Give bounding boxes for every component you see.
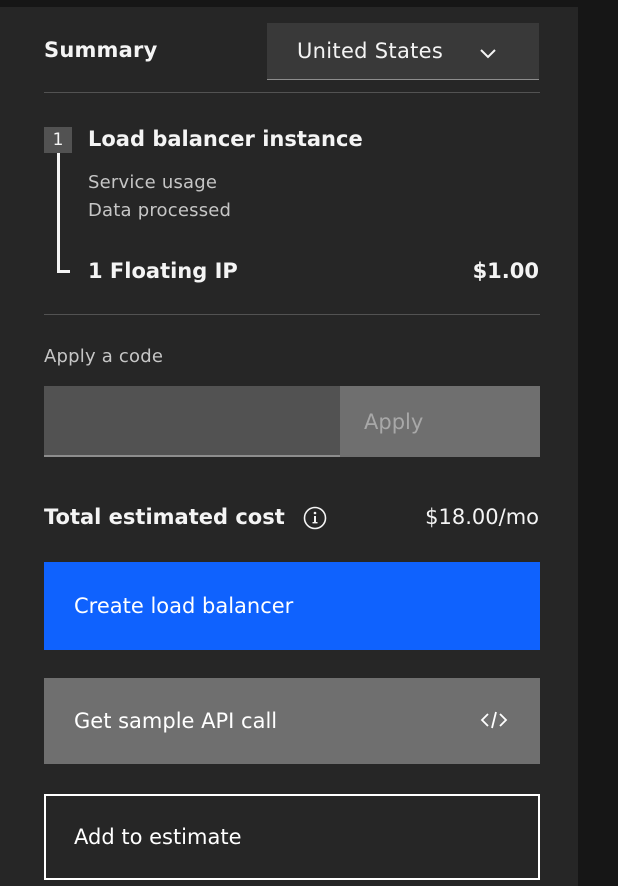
step-connector-line (57, 153, 60, 273)
apply-code-button[interactable]: Apply (340, 386, 540, 457)
total-cost-value: $18.00/mo (425, 505, 539, 529)
step-number-badge: 1 (44, 127, 72, 153)
promo-code-label: Apply a code (44, 346, 164, 367)
line-item-detail-data-processed: Data processed (88, 200, 232, 221)
divider-middle (44, 314, 540, 315)
promo-code-input[interactable] (44, 386, 340, 457)
create-load-balancer-button[interactable]: Create load balancer (44, 562, 540, 650)
floating-ip-label: 1 Floating IP (88, 259, 238, 283)
region-select[interactable]: United States (267, 23, 539, 80)
get-sample-api-call-button[interactable]: Get sample API call (44, 678, 540, 764)
add-to-estimate-label: Add to estimate (74, 825, 242, 849)
summary-title: Summary (44, 38, 158, 62)
region-select-value: United States (297, 39, 444, 63)
step-connector-foot (57, 270, 70, 273)
total-cost-label: Total estimated cost (44, 505, 285, 529)
line-item-title: Load balancer instance (88, 127, 363, 151)
code-icon (480, 710, 508, 735)
info-icon[interactable] (303, 506, 327, 534)
create-load-balancer-label: Create load balancer (74, 594, 294, 618)
divider-top (44, 92, 540, 93)
add-to-estimate-button[interactable]: Add to estimate (44, 794, 540, 880)
line-item-detail-service-usage: Service usage (88, 172, 218, 193)
floating-ip-price: $1.00 (472, 259, 539, 283)
get-sample-api-call-label: Get sample API call (74, 709, 278, 733)
chevron-down-icon (479, 45, 497, 64)
